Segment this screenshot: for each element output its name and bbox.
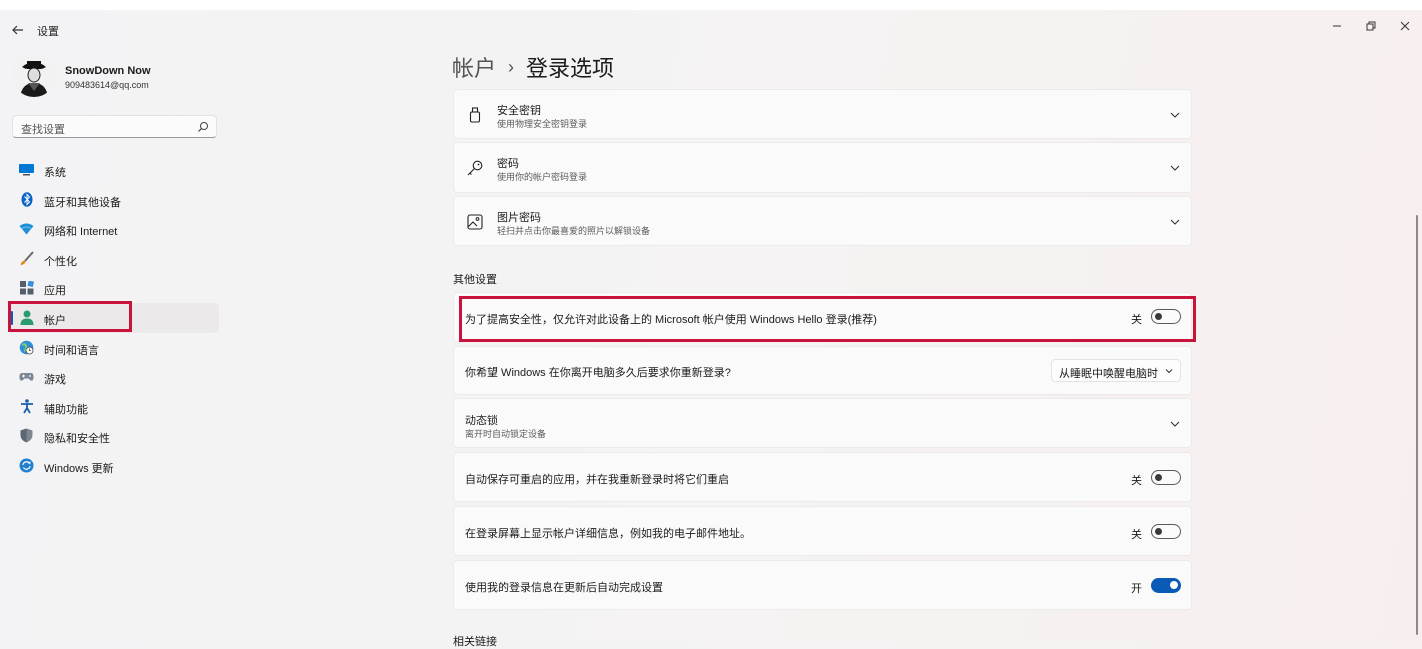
toggle-knob <box>1155 528 1162 535</box>
picture-password-card[interactable]: 图片密码 轻扫并点击你最喜爱的照片以解锁设备 <box>453 196 1192 246</box>
card-subtitle: 使用物理安全密钥登录 <box>497 119 588 129</box>
restart-apps-row: 自动保存可重启的应用，并在我重新登录时将它们重启 <box>453 452 1192 502</box>
sidebar-item-bluetooth[interactable]: 蓝牙和其他设备 <box>8 185 219 215</box>
sidebar-item-accessibility[interactable]: 辅助功能 <box>8 392 219 422</box>
sidebar-item-personalization[interactable]: 个性化 <box>8 244 219 274</box>
minimize-button[interactable] <box>1326 17 1348 35</box>
sidebar-item-label: Windows 更新 <box>44 462 114 475</box>
dropdown-value: 从睡眠中唤醒电脑时 <box>1059 368 1158 380</box>
avatar[interactable] <box>12 53 56 97</box>
card-title: 密码 <box>497 158 519 170</box>
toggle-state-text: 关 <box>1131 475 1142 487</box>
sidebar-item-label: 蓝牙和其他设备 <box>44 196 121 209</box>
picture-icon <box>467 213 483 231</box>
system-icon <box>19 162 34 177</box>
accessibility-icon <box>19 398 34 414</box>
sidebar-item-time-language[interactable]: 时间和语言 <box>8 333 219 363</box>
security-key-card[interactable]: 安全密钥 使用物理安全密钥登录 <box>453 89 1192 139</box>
sidebar-item-label: 时间和语言 <box>44 344 99 357</box>
update-icon <box>19 458 34 473</box>
card-title: 图片密码 <box>497 212 541 224</box>
account-details-row: 在登录屏幕上显示帐户详细信息，例如我的电子邮件地址。 <box>453 506 1192 556</box>
sidebar-item-privacy[interactable]: 隐私和安全性 <box>8 421 219 451</box>
dynamic-lock-card[interactable]: 动态锁 离开时自动锁定设备 <box>453 398 1192 448</box>
search-icon <box>198 122 208 132</box>
breadcrumb: 帐户 › 登录选项 <box>452 52 614 82</box>
toggle-knob <box>1155 474 1162 481</box>
back-button[interactable] <box>10 22 26 38</box>
card-subtitle: 离开时自动锁定设备 <box>465 429 547 439</box>
sidebar-item-label: 网络和 Internet <box>44 226 118 239</box>
close-icon <box>1400 21 1410 31</box>
setting-label: 在登录屏幕上显示帐户详细信息，例如我的电子邮件地址。 <box>465 528 751 540</box>
account-details-toggle[interactable] <box>1151 524 1181 539</box>
security-key-icon <box>467 106 483 124</box>
setting-label: 自动保存可重启的应用，并在我重新登录时将它们重启 <box>465 474 729 486</box>
toggle-knob <box>1170 581 1178 589</box>
restore-icon <box>1366 21 1376 31</box>
card-subtitle: 使用你的帐户密码登录 <box>497 172 588 182</box>
sidebar-item-label: 个性化 <box>44 255 77 268</box>
apps-icon <box>19 280 34 295</box>
avatar-image-icon <box>12 53 56 97</box>
section-title-other-settings: 其他设置 <box>453 274 497 286</box>
restore-button[interactable] <box>1360 17 1382 35</box>
title-bar: 设置 <box>0 10 1422 48</box>
key-icon <box>467 159 483 177</box>
section-title-related-links: 相关链接 <box>453 636 497 648</box>
search-placeholder: 查找设置 <box>21 124 65 136</box>
app-title: 设置 <box>37 26 59 38</box>
sidebar-item-label: 游戏 <box>44 374 66 387</box>
card-title: 安全密钥 <box>497 105 541 117</box>
sidebar-item-label: 应用 <box>44 285 66 298</box>
profile-name: SnowDown Now <box>65 65 151 77</box>
sidebar-item-label: 系统 <box>44 167 66 179</box>
scrollbar-thumb[interactable] <box>1416 215 1418 635</box>
restart-apps-toggle[interactable] <box>1151 470 1181 485</box>
sidebar-item-apps[interactable]: 应用 <box>8 273 219 303</box>
breadcrumb-separator: › <box>508 56 515 77</box>
user-profile: SnowDown Now 909483614@qq.com <box>12 53 222 99</box>
setting-label: 你希望 Windows 在你离开电脑多久后要求你重新登录? <box>465 367 731 379</box>
use-signin-info-row: 使用我的登录信息在更新后自动完成设置 <box>453 560 1192 610</box>
card-title: 动态锁 <box>465 415 498 427</box>
sidebar-item-network[interactable]: 网络和 Internet <box>8 214 219 244</box>
toggle-state-text: 开 <box>1131 583 1142 595</box>
chevron-down-icon <box>1165 369 1173 374</box>
brush-icon <box>19 251 34 266</box>
close-button[interactable] <box>1394 17 1416 35</box>
require-signin-dropdown[interactable]: 从睡眠中唤醒电脑时 <box>1051 359 1181 382</box>
top-strip <box>0 0 1422 10</box>
back-arrow-icon <box>12 25 23 35</box>
card-subtitle: 轻扫并点击你最喜爱的照片以解锁设备 <box>497 226 651 236</box>
chevron-down-icon <box>1170 421 1180 427</box>
setting-label: 使用我的登录信息在更新后自动完成设置 <box>465 582 663 594</box>
toggle-state-text: 关 <box>1131 529 1142 541</box>
sidebar-item-gaming[interactable]: 游戏 <box>8 362 219 392</box>
search-input[interactable]: 查找设置 <box>12 115 217 138</box>
chevron-down-icon <box>1170 112 1180 118</box>
minimize-icon <box>1333 25 1341 27</box>
profile-email: 909483614@qq.com <box>65 80 149 90</box>
globe-clock-icon <box>19 340 34 355</box>
sidebar-item-system[interactable]: 系统 <box>8 155 219 185</box>
sidebar-item-label: 辅助功能 <box>44 403 88 416</box>
sidebar-item-label: 隐私和安全性 <box>44 433 110 446</box>
highlight-box-hello <box>459 296 1196 342</box>
wifi-icon <box>19 221 34 236</box>
bluetooth-icon <box>19 191 34 207</box>
gamepad-icon <box>19 369 34 384</box>
password-card[interactable]: 密码 使用你的帐户密码登录 <box>453 142 1192 193</box>
page-title: 登录选项 <box>526 56 615 81</box>
use-signin-info-toggle[interactable] <box>1151 578 1181 593</box>
breadcrumb-parent[interactable]: 帐户 <box>452 51 496 83</box>
chevron-down-icon <box>1170 165 1180 171</box>
highlight-box-accounts <box>8 301 132 332</box>
chevron-down-icon <box>1170 219 1180 225</box>
shield-icon <box>19 428 34 443</box>
sidebar-item-windows-update[interactable]: Windows 更新 <box>8 451 219 481</box>
